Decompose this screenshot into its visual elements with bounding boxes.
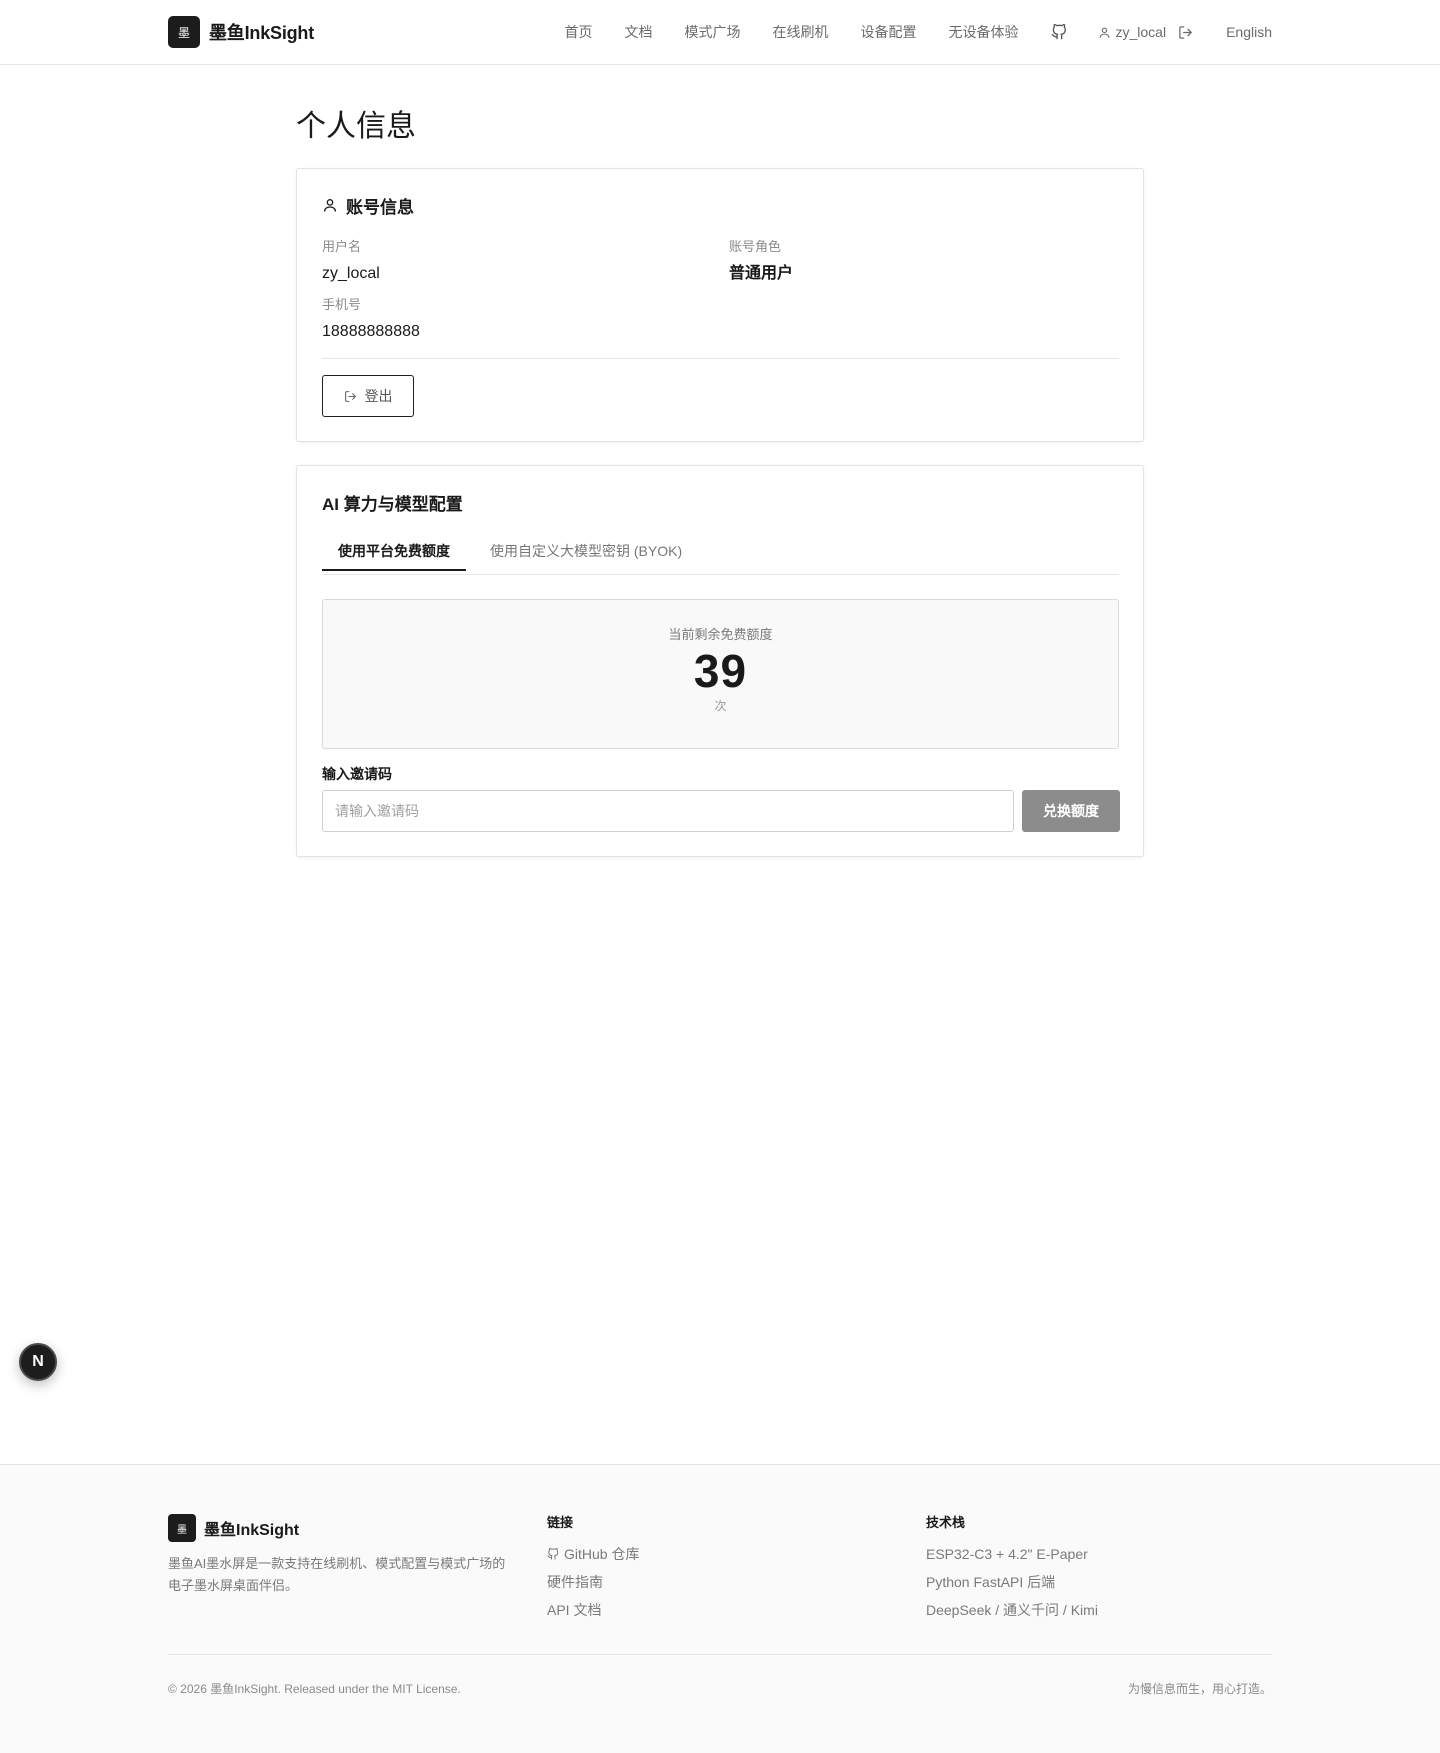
footer-link-hardware[interactable]: 硬件指南 [547,1573,926,1591]
nav-home[interactable]: 首页 [564,22,592,42]
github-icon [547,1548,559,1560]
user-icon [1100,27,1110,38]
footer-link-github[interactable]: GitHub 仓库 [547,1545,926,1563]
logout-icon[interactable] [1178,25,1193,40]
footer-brand: 墨 墨鱼InkSight [168,1514,547,1542]
footer-logo-icon: 墨 [168,1514,196,1542]
brand-link[interactable]: 墨 墨鱼InkSight [168,16,314,48]
invite-code-label: 输入邀请码 [322,766,392,782]
footer-tech-item: DeepSeek / 通义千问 / Kimi [926,1602,1098,1618]
footer-links-heading: 链接 [547,1515,574,1530]
footer-link-github-label: GitHub 仓库 [564,1546,640,1562]
footer-tech-stack: 技术栈 ESP32-C3 + 4.2" E-Paper Python FastA… [926,1514,1098,1619]
account-info-title: 账号信息 [346,197,414,217]
account-info-card: 账号信息 用户名 zy_local 账号角色 普通用户 手机号 18888888… [296,168,1144,442]
footer-bottom: © 2026 墨鱼InkSight. Released under the MI… [168,1680,1272,1697]
divider [322,358,1119,359]
nav-online-flash[interactable]: 在线刷机 [772,22,828,42]
logout-icon [344,390,356,402]
floating-n-button[interactable]: N [19,1343,57,1381]
brand-name: 墨鱼InkSight [209,23,314,43]
logout-label: 登出 [364,388,393,404]
logo-icon: 墨 [168,16,200,48]
footer-brand-name: 墨鱼InkSight [204,1522,300,1539]
tab-free-quota[interactable]: 使用平台免费额度 [322,533,466,571]
redeem-button[interactable]: 兑换额度 [1022,790,1120,832]
language-switch[interactable]: English [1226,24,1272,40]
ai-tabs: 使用平台免费额度 使用自定义大模型密钥 (BYOK) [322,533,1119,575]
footer-divider [168,1654,1272,1655]
page-title: 个人信息 [296,109,416,144]
quota-panel: 当前剩余免费额度 39 次 [322,599,1119,749]
main-nav: 首页 文档 模式广场 在线刷机 设备配置 无设备体验 zy_local Engl… [564,22,1272,42]
ai-config-title: AI 算力与模型配置 [322,494,463,514]
nav-no-device-demo[interactable]: 无设备体验 [948,22,1018,42]
footer-links: 链接 GitHub 仓库 硬件指南 API 文档 [547,1514,926,1619]
nav-docs[interactable]: 文档 [624,22,652,42]
role-label: 账号角色 [729,239,782,254]
footer-tech-item: ESP32-C3 + 4.2" E-Paper [926,1546,1088,1562]
copyright: © 2026 墨鱼InkSight. Released under the MI… [168,1682,461,1696]
footer-description: 墨鱼AI墨水屏是一款支持在线刷机、模式配置与模式广场的电子墨水屏桌面伴侣。 [168,1556,506,1593]
footer: 墨 墨鱼InkSight 墨鱼AI墨水屏是一款支持在线刷机、模式配置与模式广场的… [0,1464,1440,1753]
footer-tech-item: Python FastAPI 后端 [926,1574,1056,1590]
slogan: 为慢信息而生，用心打造。 [1127,1682,1272,1696]
username-value: zy_local [322,265,380,282]
ai-config-card: AI 算力与模型配置 使用平台免费额度 使用自定义大模型密钥 (BYOK) 当前… [296,465,1144,857]
footer-link-api-docs[interactable]: API 文档 [547,1601,926,1619]
role-value: 普通用户 [729,265,794,282]
tab-byok[interactable]: 使用自定义大模型密钥 (BYOK) [474,533,698,569]
phone-value: 18888888888 [322,323,420,340]
top-navbar: 墨 墨鱼InkSight 首页 文档 模式广场 在线刷机 设备配置 无设备体验 … [0,0,1440,65]
logout-button[interactable]: 登出 [322,375,414,417]
account-info-heading: 账号信息 [322,193,1119,217]
quota-label: 当前剩余免费额度 [668,627,773,642]
footer-tech-heading: 技术栈 [926,1515,966,1530]
footer-about: 墨 墨鱼InkSight 墨鱼AI墨水屏是一款支持在线刷机、模式配置与模式广场的… [168,1514,547,1619]
phone-label: 手机号 [322,297,362,312]
quota-value: 39 [693,645,748,697]
phone-field: 手机号 18888888888 [322,296,729,342]
invite-code-row: 兑换额度 [322,790,1120,832]
user-menu[interactable]: zy_local [1098,24,1166,40]
username-label: 用户名 [322,239,362,254]
account-fields: 用户名 zy_local 账号角色 普通用户 手机号 18888888888 [322,238,1119,342]
nav-device-config[interactable]: 设备配置 [860,22,916,42]
quota-unit: 次 [714,699,727,713]
nav-mode-plaza[interactable]: 模式广场 [684,22,740,42]
main-content: 个人信息 账号信息 用户名 zy_local 账号角色 普通用户 手机号 188… [296,65,1144,857]
invite-code-input[interactable] [322,790,1014,832]
username-field: 用户名 zy_local [322,238,729,284]
github-icon[interactable] [1051,24,1067,40]
user-icon [324,199,336,212]
nav-username: zy_local [1115,24,1167,40]
role-field: 账号角色 普通用户 [729,238,1119,284]
